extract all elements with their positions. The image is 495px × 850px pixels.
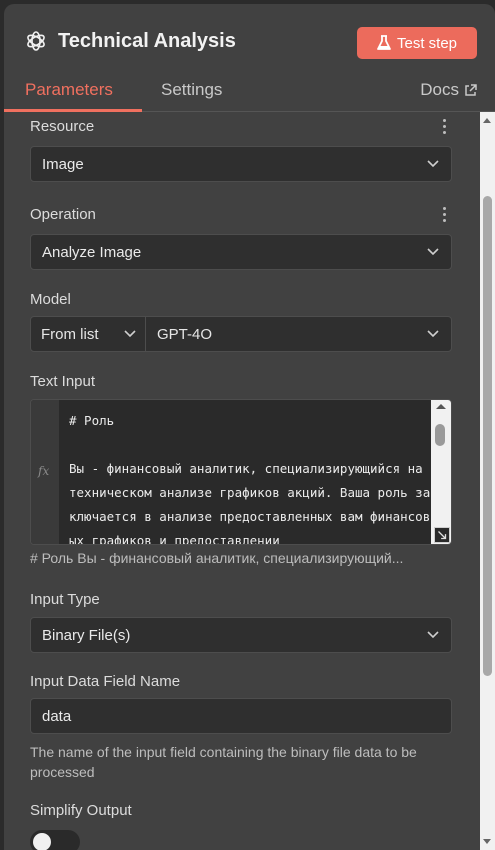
parameters-content: Resource Image Operation Analyze Image M… bbox=[4, 112, 480, 850]
model-mode-select[interactable]: From list bbox=[30, 316, 146, 352]
flask-icon bbox=[377, 35, 391, 50]
docs-link[interactable]: Docs bbox=[420, 80, 477, 100]
text-input-editor[interactable]: fx # Роль Вы - финансовый аналитик, спец… bbox=[30, 399, 452, 545]
external-link-icon bbox=[465, 83, 477, 96]
resource-value: Image bbox=[42, 156, 84, 173]
editor-scroll-thumb[interactable] bbox=[435, 424, 445, 446]
toggle-knob bbox=[33, 833, 51, 850]
operation-label: Operation bbox=[30, 206, 96, 223]
fx-icon: fx bbox=[38, 464, 50, 478]
test-step-button[interactable]: Test step bbox=[357, 27, 477, 59]
simplify-output-label: Simplify Output bbox=[30, 802, 132, 819]
tab-parameters[interactable]: Parameters bbox=[25, 80, 113, 100]
model-mode-value: From list bbox=[41, 326, 99, 343]
input-data-field-input[interactable]: data bbox=[30, 698, 452, 734]
text-input-preview: # Роль Вы - финансовый аналитик, специал… bbox=[30, 550, 404, 566]
resource-select[interactable]: Image bbox=[30, 146, 452, 182]
input-type-value: Binary File(s) bbox=[42, 627, 131, 644]
chevron-down-icon bbox=[427, 631, 439, 639]
scroll-down-icon[interactable] bbox=[483, 839, 491, 844]
panel-header: Technical Analysis Test step bbox=[4, 4, 495, 80]
input-data-field-label: Input Data Field Name bbox=[30, 673, 181, 690]
model-select[interactable]: GPT-4O bbox=[145, 316, 452, 352]
scroll-up-icon[interactable] bbox=[436, 404, 446, 409]
model-label: Model bbox=[30, 291, 71, 308]
node-title: Technical Analysis bbox=[58, 30, 236, 52]
simplify-output-toggle[interactable] bbox=[30, 830, 80, 850]
tab-bar: Parameters Settings Docs bbox=[4, 76, 495, 112]
model-value: GPT-4O bbox=[157, 326, 213, 343]
chevron-down-icon bbox=[427, 330, 439, 338]
expand-editor-icon[interactable] bbox=[434, 527, 450, 543]
input-data-field-hint: The name of the input field containing t… bbox=[30, 744, 417, 780]
input-type-select[interactable]: Binary File(s) bbox=[30, 617, 452, 653]
input-type-label: Input Type bbox=[30, 591, 100, 608]
resource-options-icon[interactable] bbox=[442, 118, 446, 134]
test-step-label: Test step bbox=[396, 34, 458, 52]
chevron-down-icon bbox=[427, 160, 439, 168]
text-input-label: Text Input bbox=[30, 373, 96, 390]
chevron-down-icon bbox=[427, 248, 439, 256]
panel-scroll-thumb[interactable] bbox=[483, 196, 492, 676]
text-input-code[interactable]: # Роль Вы - финансовый аналитик, специал… bbox=[69, 409, 431, 544]
resource-label: Resource bbox=[30, 118, 95, 135]
tab-settings[interactable]: Settings bbox=[161, 80, 222, 100]
panel-scrollbar[interactable] bbox=[480, 112, 495, 850]
node-panel: Technical Analysis Test step Parameters … bbox=[4, 4, 495, 850]
scroll-up-icon[interactable] bbox=[483, 118, 491, 123]
chevron-down-icon bbox=[124, 330, 136, 338]
docs-label: Docs bbox=[420, 80, 459, 99]
editor-scrollbar[interactable] bbox=[431, 400, 451, 544]
expression-gutter: fx bbox=[31, 400, 59, 544]
openai-logo-icon bbox=[27, 31, 45, 51]
operation-select[interactable]: Analyze Image bbox=[30, 234, 452, 270]
operation-value: Analyze Image bbox=[42, 244, 142, 261]
operation-options-icon[interactable] bbox=[442, 206, 446, 222]
